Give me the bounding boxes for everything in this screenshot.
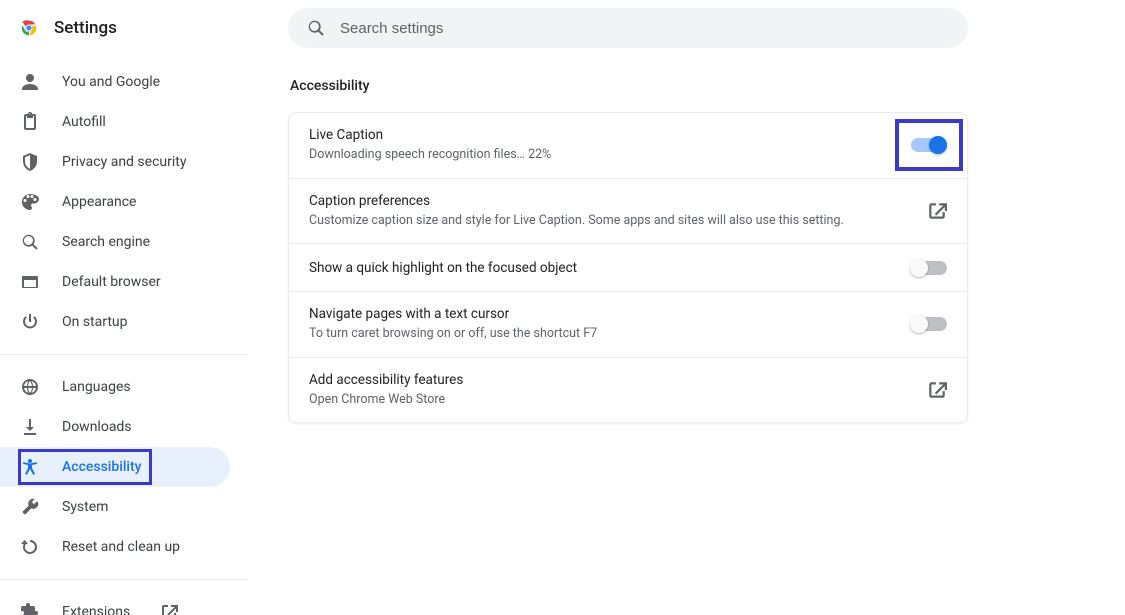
launch-icon — [160, 603, 178, 615]
nav-reset-cleanup[interactable]: Reset and clean up — [0, 527, 230, 567]
nav-downloads[interactable]: Downloads — [0, 407, 230, 447]
wrench-icon — [20, 497, 40, 517]
extension-icon — [20, 602, 40, 615]
nav-languages[interactable]: Languages — [0, 367, 230, 407]
search-bar[interactable] — [288, 8, 968, 48]
row-subtitle: To turn caret browsing on or off, use th… — [309, 325, 899, 343]
nav-appearance[interactable]: Appearance — [0, 182, 230, 222]
nav-label: Languages — [62, 379, 131, 395]
nav-system[interactable]: System — [0, 487, 230, 527]
main-panel: Accessibility Live Caption Downloading s… — [248, 0, 1125, 615]
row-caret-browsing[interactable]: Navigate pages with a text cursor To tur… — [289, 292, 967, 358]
clipboard-icon — [20, 112, 40, 132]
search-input[interactable] — [340, 20, 950, 37]
row-add-features[interactable]: Add accessibility features Open Chrome W… — [289, 358, 967, 423]
nav-label: You and Google — [62, 74, 160, 90]
nav-divider — [0, 354, 248, 355]
nav-you-and-google[interactable]: You and Google — [0, 62, 230, 102]
shield-icon — [20, 152, 40, 172]
nav-label: System — [62, 499, 108, 515]
power-icon — [20, 312, 40, 332]
row-title: Live Caption — [309, 127, 899, 143]
nav-label: Default browser — [62, 274, 161, 290]
row-live-caption[interactable]: Live Caption Downloading speech recognit… — [289, 113, 967, 179]
restore-icon — [20, 537, 40, 557]
row-title: Add accessibility features — [309, 372, 915, 388]
nav-accessibility[interactable]: Accessibility — [0, 447, 230, 487]
row-subtitle: Open Chrome Web Store — [309, 391, 915, 409]
focus-highlight-toggle[interactable] — [911, 261, 947, 275]
row-subtitle: Customize caption size and style for Liv… — [309, 212, 915, 230]
nav-label: Accessibility — [62, 459, 141, 475]
download-icon — [20, 417, 40, 437]
nav-label: Privacy and security — [62, 154, 186, 170]
search-icon — [20, 232, 40, 252]
row-focus-highlight[interactable]: Show a quick highlight on the focused ob… — [289, 244, 967, 292]
person-icon — [20, 72, 40, 92]
accessibility-card: Live Caption Downloading speech recognit… — [288, 112, 968, 423]
row-title: Show a quick highlight on the focused ob… — [309, 260, 899, 276]
live-caption-toggle[interactable] — [911, 138, 947, 152]
browser-icon — [20, 272, 40, 292]
nav-group-footer: Extensions — [0, 586, 248, 615]
row-title: Caption preferences — [309, 193, 915, 209]
nav-privacy-security[interactable]: Privacy and security — [0, 142, 230, 182]
page-title: Accessibility — [290, 78, 1085, 94]
app-title: Settings — [54, 18, 117, 38]
nav-group-advanced: Languages Downloads Accessibility System… — [0, 361, 248, 573]
caret-browsing-toggle[interactable] — [911, 317, 947, 331]
search-icon — [306, 18, 326, 38]
globe-icon — [20, 377, 40, 397]
launch-icon[interactable] — [927, 201, 947, 221]
nav-label: Appearance — [62, 194, 136, 210]
nav-autofill[interactable]: Autofill — [0, 102, 230, 142]
row-title: Navigate pages with a text cursor — [309, 306, 899, 322]
nav-label: Extensions — [62, 604, 130, 615]
nav-search-engine[interactable]: Search engine — [0, 222, 230, 262]
nav-label: Search engine — [62, 234, 150, 250]
nav-default-browser[interactable]: Default browser — [0, 262, 230, 302]
sidebar: Settings You and Google Autofill Privacy… — [0, 0, 248, 615]
launch-icon[interactable] — [927, 380, 947, 400]
sidebar-header: Settings — [0, 0, 248, 56]
palette-icon — [20, 192, 40, 212]
nav-label: Reset and clean up — [62, 539, 180, 555]
nav-label: On startup — [62, 314, 128, 330]
accessibility-icon — [20, 457, 40, 477]
nav-label: Autofill — [62, 114, 106, 130]
nav-on-startup[interactable]: On startup — [0, 302, 230, 342]
nav-extensions[interactable]: Extensions — [0, 592, 230, 615]
row-subtitle: Downloading speech recognition files… 22… — [309, 146, 899, 164]
nav-group-main: You and Google Autofill Privacy and secu… — [0, 56, 248, 348]
row-caption-preferences[interactable]: Caption preferences Customize caption si… — [289, 179, 967, 245]
nav-divider — [0, 579, 248, 580]
chrome-logo-icon — [18, 17, 40, 39]
nav-label: Downloads — [62, 419, 132, 435]
